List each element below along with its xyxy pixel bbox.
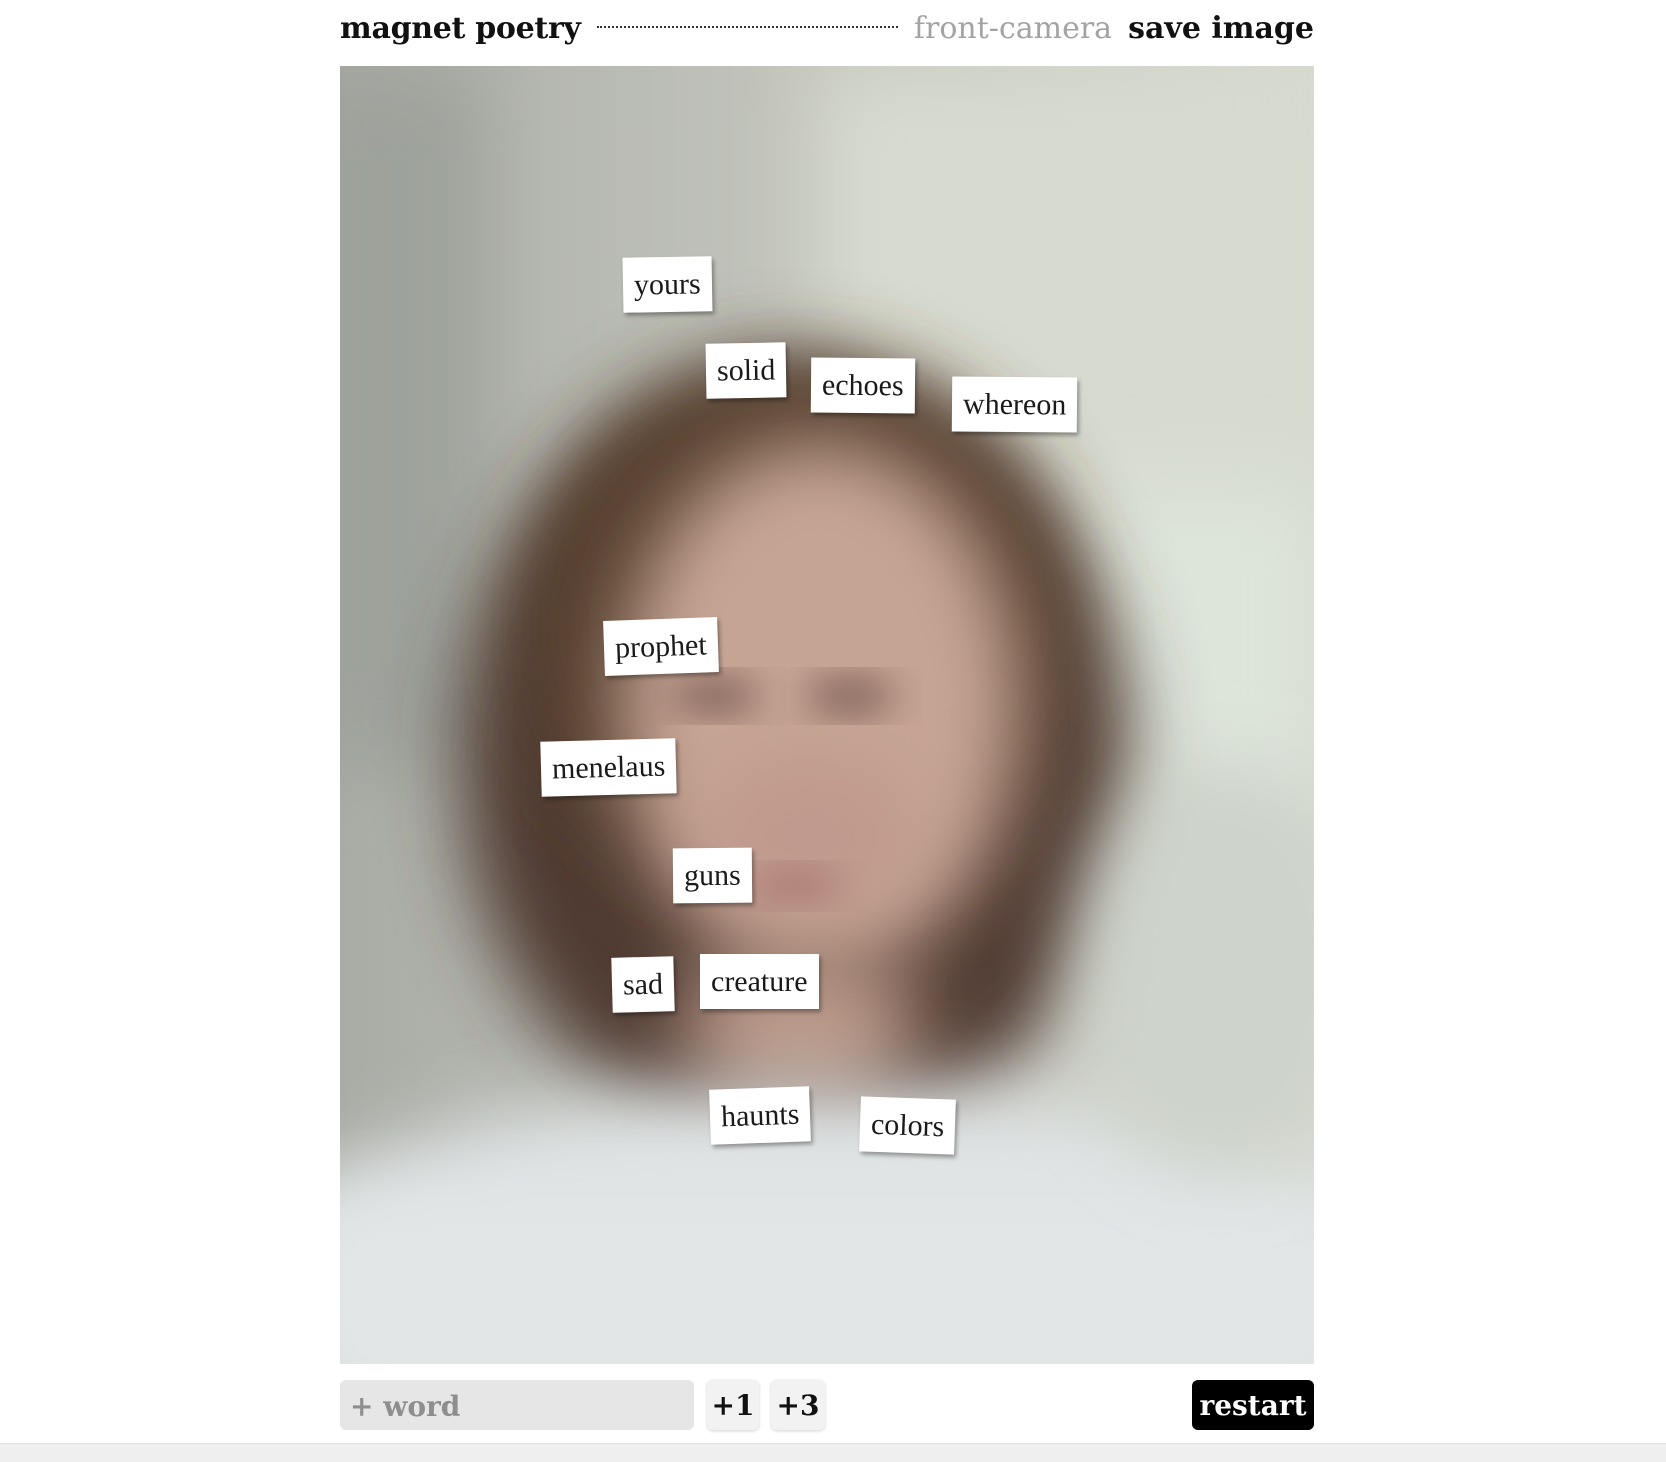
bottom-edge (0, 1443, 1666, 1462)
header: magnet poetry front-camera save image (340, 0, 1314, 56)
word-tile[interactable]: guns (672, 847, 752, 904)
word-tile[interactable]: creature (700, 954, 819, 1009)
word-tile[interactable]: whereon (951, 376, 1078, 433)
app-title: magnet poetry (340, 10, 581, 46)
word-tile[interactable]: colors (859, 1096, 957, 1155)
blurred-camera-feed (340, 66, 1314, 1364)
word-tile[interactable]: menelaus (540, 738, 677, 797)
dotted-divider (596, 26, 898, 28)
restart-button[interactable]: restart (1192, 1380, 1314, 1430)
add-word-input[interactable] (340, 1380, 694, 1430)
save-image-link[interactable]: save image (1128, 11, 1314, 46)
word-tile[interactable]: solid (705, 342, 787, 399)
controls-bar: +1 +3 restart (340, 1380, 1314, 1430)
word-tile[interactable]: yours (622, 256, 713, 313)
word-tile[interactable]: prophet (603, 617, 719, 676)
add-one-word-button[interactable]: +1 (707, 1380, 759, 1430)
front-camera-link[interactable]: front-camera (914, 11, 1112, 46)
word-tile[interactable]: haunts (709, 1086, 812, 1145)
word-tile[interactable]: echoes (810, 357, 915, 414)
word-tile[interactable]: sad (611, 956, 675, 1013)
add-three-words-button[interactable]: +3 (771, 1380, 825, 1430)
camera-canvas[interactable]: yours solid echoes whereon prophet menel… (340, 66, 1314, 1364)
